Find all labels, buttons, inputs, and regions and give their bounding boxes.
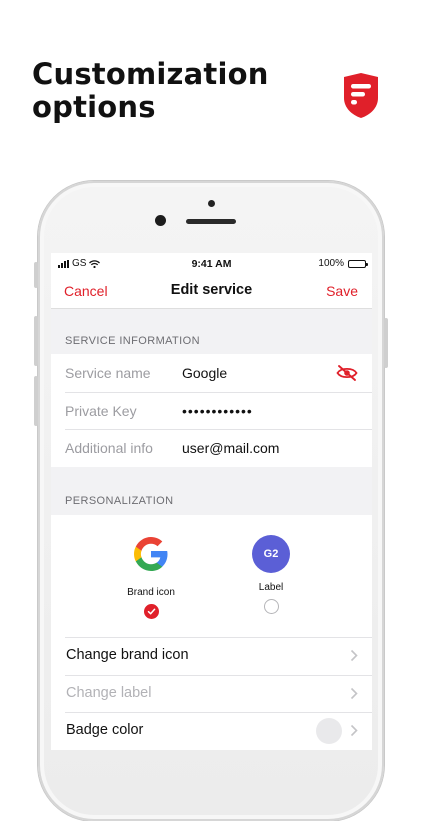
section-header-service-information: SERVICE INFORMATION bbox=[65, 335, 200, 347]
chevron-right-icon bbox=[350, 724, 358, 737]
brand-icon-radio[interactable] bbox=[143, 604, 159, 619]
chevron-right-icon bbox=[350, 687, 358, 699]
battery-percent: 100% bbox=[318, 258, 344, 269]
badge-color-swatch[interactable] bbox=[316, 718, 342, 744]
navigation-bar: Cancel Edit service Save bbox=[51, 273, 372, 309]
brand-icon-option[interactable]: Brand icon bbox=[106, 535, 196, 619]
headline: Customization options bbox=[32, 58, 269, 124]
cancel-button[interactable]: Cancel bbox=[64, 283, 108, 299]
battery-icon bbox=[348, 259, 368, 268]
service-name-label: Service name bbox=[65, 365, 151, 381]
change-label-label: Change label bbox=[66, 684, 152, 701]
label-option[interactable]: G2 Label bbox=[226, 535, 316, 614]
additional-info-field[interactable]: user@mail.com bbox=[182, 440, 279, 456]
earpiece-speaker bbox=[186, 219, 236, 224]
service-name-field[interactable]: Google bbox=[182, 365, 227, 381]
google-g-icon bbox=[134, 537, 168, 571]
headline-line-2: options bbox=[32, 90, 156, 124]
label-option-label: Label bbox=[258, 582, 284, 593]
label-radio[interactable] bbox=[263, 599, 279, 614]
front-camera bbox=[155, 215, 166, 226]
mute-switch bbox=[34, 262, 38, 288]
brand-icon-option-label: Brand icon bbox=[127, 587, 175, 598]
badge-color-label: Badge color bbox=[66, 722, 144, 738]
headline-line-1: Customization bbox=[32, 57, 269, 91]
personalization-actions: Change brand icon Change label Badge col… bbox=[51, 637, 372, 750]
power-button bbox=[384, 318, 388, 368]
service-name-row[interactable]: Service name Google bbox=[51, 354, 372, 392]
volume-down-button bbox=[34, 376, 38, 426]
chevron-right-icon bbox=[350, 649, 358, 662]
proximity-sensor bbox=[208, 200, 215, 207]
service-info-group: Service name Google Private Key ••••••••… bbox=[51, 354, 372, 467]
label-badge: G2 bbox=[252, 535, 290, 573]
eye-slash-icon[interactable] bbox=[336, 364, 358, 382]
private-key-field[interactable]: •••••••••••• bbox=[182, 403, 253, 419]
additional-info-row[interactable]: Additional info user@mail.com bbox=[51, 429, 372, 467]
phone-screen: GS 9:41 AM 100% Cancel Edit service Save… bbox=[51, 253, 372, 750]
checkmark-icon bbox=[147, 608, 155, 615]
save-button[interactable]: Save bbox=[326, 283, 358, 299]
badge-color-row[interactable]: Badge color bbox=[51, 712, 372, 750]
change-brand-icon-label: Change brand icon bbox=[66, 647, 189, 663]
section-header-personalization: PERSONALIZATION bbox=[65, 495, 174, 507]
status-bar: GS 9:41 AM 100% bbox=[51, 253, 372, 273]
personalization-options: Brand icon G2 Label bbox=[51, 515, 372, 637]
change-label-row[interactable]: Change label bbox=[51, 674, 372, 713]
shield-logo-icon bbox=[344, 73, 378, 118]
change-brand-icon-row[interactable]: Change brand icon bbox=[51, 637, 372, 675]
private-key-label: Private Key bbox=[65, 402, 137, 419]
volume-up-button bbox=[34, 316, 38, 366]
private-key-row[interactable]: Private Key •••••••••••• bbox=[51, 391, 372, 430]
additional-info-label: Additional info bbox=[65, 440, 153, 456]
